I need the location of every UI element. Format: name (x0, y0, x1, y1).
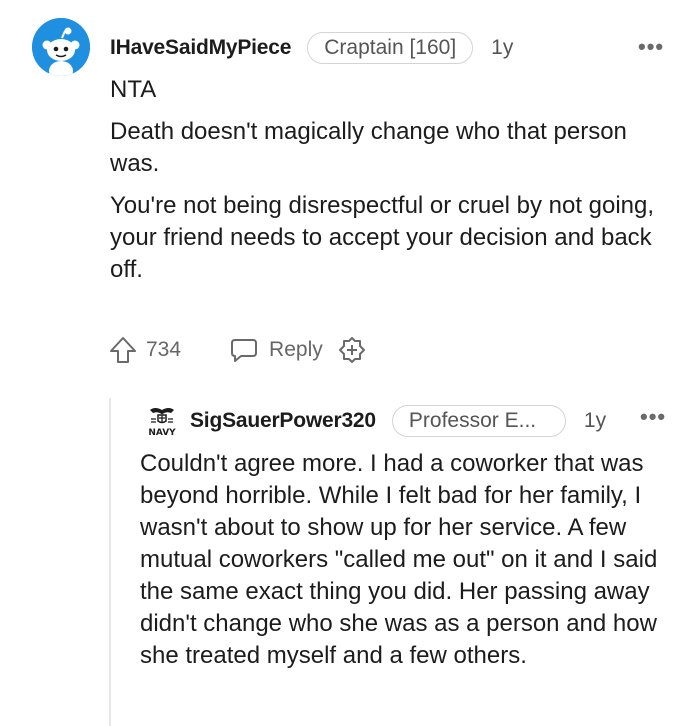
comment-body: NTA Death doesn't magically change who t… (110, 74, 670, 296)
comment-actions: 734 Reply (108, 330, 367, 370)
speech-bubble-icon (229, 335, 259, 365)
reply-avatar[interactable]: NAVY (145, 404, 179, 440)
comment-age: 1y (491, 36, 514, 59)
reply-more-options-button[interactable]: ••• (640, 404, 666, 430)
upvote-button[interactable] (108, 335, 138, 365)
comment-header: IHaveSaidMyPiece Craptain [160] 1y (110, 30, 513, 66)
comment-paragraph: NTA (110, 76, 157, 103)
thread-line[interactable] (109, 398, 111, 726)
more-options-button[interactable]: ••• (638, 34, 664, 60)
reply-user-flair: Professor E... (391, 405, 566, 437)
reply-username[interactable]: SigSauerPower320 (190, 409, 376, 433)
reply-paragraph: Couldn't agree more. I had a coworker th… (140, 450, 658, 669)
reply-label: Reply (269, 338, 323, 361)
user-avatar[interactable] (32, 18, 90, 76)
user-flair: Craptain [160] (307, 32, 474, 64)
award-plus-icon (338, 337, 365, 363)
reddit-snoo-avatar-icon (32, 18, 90, 76)
comment-paragraph: You're not being disrespectful or cruel … (110, 192, 655, 283)
reply-body: Couldn't agree more. I had a coworker th… (140, 448, 680, 672)
username[interactable]: IHaveSaidMyPiece (110, 36, 291, 60)
award-button[interactable] (337, 335, 367, 365)
vote-count: 734 (146, 338, 182, 361)
reply-age: 1y (583, 409, 607, 432)
reply-button[interactable]: Reply (229, 335, 323, 365)
avatar-navy-text: NAVY (148, 428, 176, 438)
reply-header: SigSauerPower320 Professor E... 1y (190, 402, 606, 440)
navy-emblem-avatar-icon: NAVY (148, 408, 176, 438)
comment-paragraph: Death doesn't magically change who that … (110, 118, 627, 177)
upvote-arrow-icon (110, 337, 136, 363)
comment: IHaveSaidMyPiece Craptain [160] 1y ••• N… (0, 0, 700, 726)
